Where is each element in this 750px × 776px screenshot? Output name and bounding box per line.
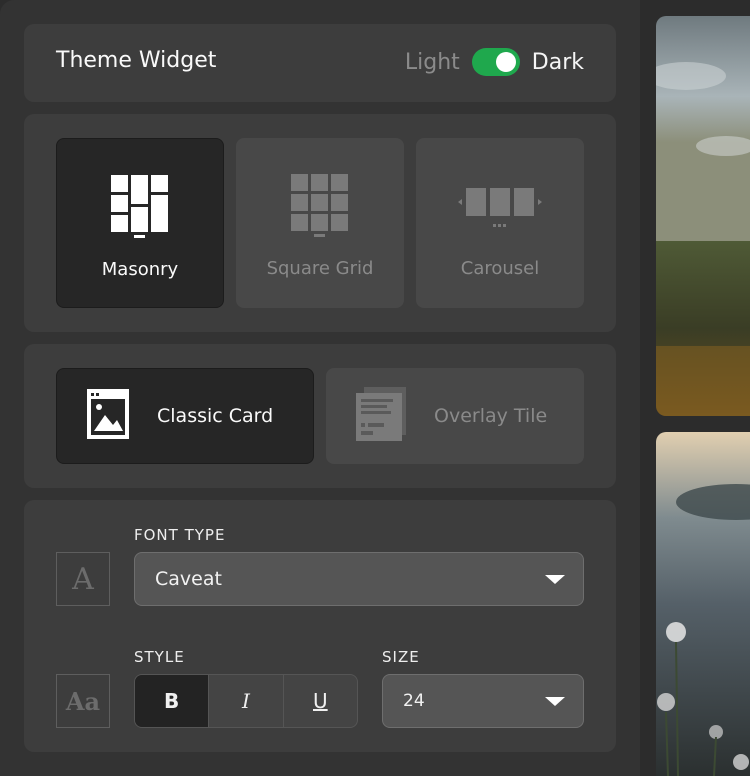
dark-label: Dark: [531, 49, 584, 75]
style-option-classic-card[interactable]: Classic Card: [56, 368, 314, 464]
widget-title: Theme Widget: [56, 48, 217, 73]
underline-button[interactable]: U: [284, 675, 357, 727]
italic-button[interactable]: I: [209, 675, 284, 727]
style-option-label: Classic Card: [157, 405, 274, 427]
font-type-icon: A: [56, 552, 110, 606]
layout-option-carousel[interactable]: Carousel: [416, 138, 584, 308]
layout-option-masonry[interactable]: Masonry: [56, 138, 224, 308]
layout-option-label: Square Grid: [266, 258, 374, 279]
style-label: STYLE: [134, 648, 185, 666]
layout-option-label: Carousel: [460, 258, 540, 279]
square-grid-icon: [291, 174, 349, 238]
theme-widget-panel: Theme Widget Light Dark Masonry Square G…: [0, 0, 640, 776]
font-size-select[interactable]: 24: [382, 674, 584, 728]
carousel-icon: [458, 174, 542, 238]
style-option-overlay-tile[interactable]: Overlay Tile: [326, 368, 584, 464]
size-label: SIZE: [382, 648, 420, 666]
layout-option-label: Masonry: [101, 259, 179, 280]
card-style-options-card: Classic Card Overlay Tile: [24, 344, 616, 488]
bold-button[interactable]: B: [135, 675, 210, 727]
theme-toggle-switch[interactable]: [471, 48, 520, 76]
chevron-down-icon: [545, 697, 565, 706]
text-style-icon: Aa: [56, 674, 110, 728]
font-size-value: 24: [403, 691, 425, 711]
preview-image-landscape: [656, 16, 750, 416]
font-type-icon-glyph: A: [72, 561, 94, 597]
header-card: Theme Widget Light Dark: [24, 24, 616, 102]
overlay-tile-icon: [356, 387, 406, 445]
layout-option-square-grid[interactable]: Square Grid: [236, 138, 404, 308]
classic-card-icon: [87, 389, 129, 443]
chevron-down-icon: [545, 575, 565, 584]
light-label: Light: [404, 49, 460, 75]
text-style-buttons: B I U: [134, 674, 358, 728]
font-type-value: Caveat: [155, 568, 222, 590]
masonry-icon: [111, 175, 169, 239]
layout-options-card: Masonry Square Grid Carousel: [24, 114, 616, 332]
font-settings-card: A FONT TYPE Caveat Aa STYLE B I U SIZE 2…: [24, 500, 616, 752]
theme-toggle-group: Light Dark: [405, 46, 584, 78]
toggle-knob: [495, 52, 516, 72]
style-option-label: Overlay Tile: [434, 405, 548, 427]
font-type-select[interactable]: Caveat: [134, 552, 584, 606]
preview-image-flowers: [656, 432, 750, 776]
font-type-label: FONT TYPE: [134, 526, 226, 544]
text-style-icon-glyph: Aa: [65, 686, 101, 716]
